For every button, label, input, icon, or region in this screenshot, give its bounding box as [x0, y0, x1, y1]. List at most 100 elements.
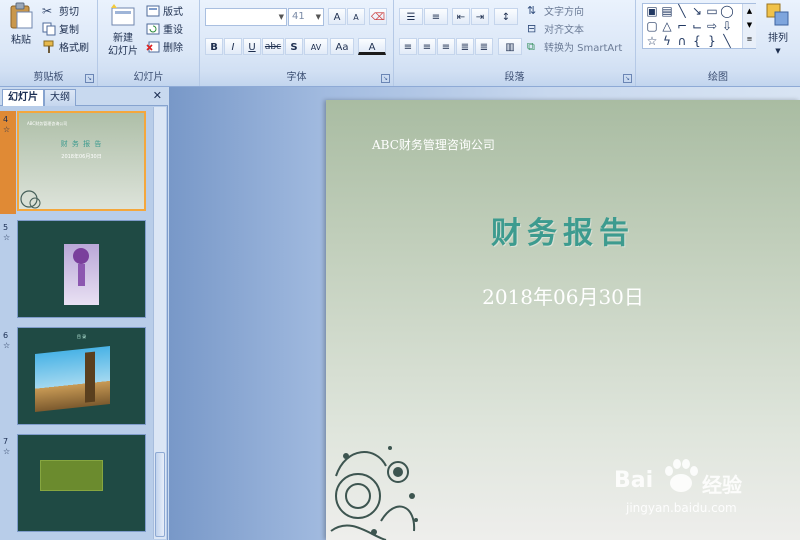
- thumb-4-ornament: [20, 190, 41, 209]
- slide-6-transition-icon: ☆: [3, 341, 11, 350]
- paragraph-launcher-icon[interactable]: ↘: [623, 74, 632, 83]
- shapes-gallery[interactable]: ▣ ▤ ╲ ↘ ▭ ◯ ▢ △ ⌐ ⌙ ⇨ ⇩ ☆ ϟ ∩ { } ╲ ▲ ▼ …: [642, 3, 756, 49]
- arrange-button[interactable]: 排列 ▼: [760, 2, 796, 58]
- cut-label: 剪切: [59, 7, 79, 18]
- gallery-down-icon[interactable]: ▼: [743, 18, 756, 32]
- increase-indent-button[interactable]: ⇥: [471, 8, 489, 25]
- copy-label: 复制: [59, 25, 79, 36]
- slide-thumbnail-4[interactable]: ABC财务管理咨询公司 财 务 报 告 2018年06月30日: [17, 111, 146, 211]
- tab-outline[interactable]: 大纲: [44, 89, 76, 106]
- shrink-font-button[interactable]: A: [347, 8, 365, 25]
- brace-shape-icon[interactable]: {: [690, 35, 704, 47]
- elbow-arrow-shape-icon[interactable]: ⌙: [690, 20, 704, 32]
- reset-label: 重设: [163, 25, 183, 36]
- slide-company-text[interactable]: ABC财务管理咨询公司: [372, 136, 495, 153]
- thumb-4-title: 财 务 报 告: [60, 140, 103, 148]
- rounded-rect-shape-icon[interactable]: ▢: [645, 20, 659, 32]
- current-slide[interactable]: ABC财务管理咨询公司 财务报告 2018年06月30日 Bai 经验 jing…: [326, 100, 800, 540]
- new-slide-label: 新建: [113, 33, 133, 44]
- down-arrow-shape-icon[interactable]: ⇩: [720, 20, 734, 32]
- paragraph-group-label: 段落: [394, 70, 635, 86]
- freeform-shape-icon[interactable]: ╲: [720, 35, 734, 47]
- slide-thumbnail-6[interactable]: 目 录: [17, 327, 146, 425]
- line-shape-icon[interactable]: ╲: [675, 5, 689, 17]
- thumb-4-company: ABC财务管理咨询公司: [27, 121, 68, 126]
- clipboard-launcher-icon[interactable]: ↘: [85, 74, 94, 83]
- bracket-shape-icon[interactable]: }: [705, 35, 719, 47]
- arrow-line-shape-icon[interactable]: ↘: [690, 5, 704, 17]
- slide-thumbnail-5[interactable]: [17, 220, 146, 318]
- underline-button[interactable]: U: [243, 38, 261, 55]
- decrease-indent-button[interactable]: ⇤: [452, 8, 470, 25]
- pane-scrollbar[interactable]: [153, 107, 166, 539]
- columns-button[interactable]: ▥: [498, 38, 522, 55]
- text-direction-button[interactable]: ⇅ 文字方向: [527, 2, 584, 19]
- numbering-button[interactable]: ≡: [424, 8, 448, 25]
- char-spacing-button[interactable]: AV: [304, 38, 328, 55]
- font-launcher-icon[interactable]: ↘: [381, 74, 390, 83]
- change-case-icon: Aa: [335, 42, 349, 53]
- font-color-button[interactable]: A: [358, 38, 386, 55]
- paste-button[interactable]: 粘贴: [4, 2, 38, 47]
- bold-button[interactable]: B: [205, 38, 223, 55]
- elbow-connector-shape-icon[interactable]: ⌐: [675, 20, 689, 32]
- new-slide-button[interactable]: 新建 幻灯片: [102, 2, 144, 58]
- align-left-button[interactable]: ≡: [399, 38, 417, 55]
- clipboard-group: 粘贴 ✂ 剪切 复制 格式刷 剪贴板 ↘: [0, 0, 98, 86]
- star-shape-icon[interactable]: ☆: [645, 35, 659, 47]
- delete-slide-button[interactable]: 删除: [146, 38, 183, 55]
- tab-slides[interactable]: 幻灯片: [2, 89, 44, 106]
- line-spacing-button[interactable]: ↕: [494, 8, 518, 25]
- strikethrough-button[interactable]: abc: [262, 38, 284, 55]
- right-arrow-shape-icon[interactable]: ⇨: [705, 20, 719, 32]
- clear-format-button[interactable]: ⌫: [369, 8, 387, 25]
- justify-button[interactable]: ≣: [456, 38, 474, 55]
- slide-date[interactable]: 2018年06月30日: [326, 281, 800, 310]
- slide-5-transition-icon: ☆: [3, 233, 11, 242]
- align-text-button[interactable]: ⊟ 对齐文本: [527, 20, 584, 37]
- vase-icon: [78, 264, 85, 286]
- format-painter-button[interactable]: 格式刷: [42, 38, 89, 55]
- font-color-icon: A: [368, 42, 376, 53]
- align-center-icon: ≡: [422, 42, 432, 53]
- slide-title[interactable]: 财务报告: [326, 208, 800, 252]
- font-size-combobox[interactable]: 41 ▼: [288, 8, 324, 26]
- watermark-url: jingyan.baidu.com: [626, 501, 737, 515]
- smartart-button[interactable]: ⧉ 转换为 SmartArt: [527, 38, 622, 55]
- italic-button[interactable]: I: [224, 38, 242, 55]
- thumb-6-title: 目 录: [76, 334, 87, 339]
- font-group-label: 字体: [200, 70, 393, 86]
- rectangle-shape-icon[interactable]: ▭: [705, 5, 719, 17]
- vertical-textbox-shape-icon[interactable]: ▤: [660, 5, 674, 17]
- cut-button[interactable]: ✂ 剪切: [42, 2, 79, 19]
- bullets-button[interactable]: ☰: [399, 8, 423, 25]
- close-pane-icon[interactable]: ✕: [153, 89, 162, 102]
- gallery-more-icon[interactable]: ≡: [743, 32, 756, 46]
- triangle-shape-icon[interactable]: △: [660, 20, 674, 32]
- delete-label: 删除: [163, 43, 183, 54]
- lightning-shape-icon[interactable]: ϟ: [660, 35, 674, 47]
- clear-format-icon: ⌫: [370, 12, 386, 23]
- change-case-button[interactable]: Aa: [330, 38, 354, 55]
- distributed-button[interactable]: ≣: [475, 38, 493, 55]
- copy-button[interactable]: 复制: [42, 20, 79, 37]
- pane-scroll-thumb[interactable]: [155, 452, 165, 537]
- layout-button[interactable]: 版式: [146, 2, 183, 19]
- smartart-icon: ⧉: [527, 39, 535, 53]
- curve-shape-icon[interactable]: ∩: [675, 35, 689, 47]
- grow-font-button[interactable]: A: [328, 8, 346, 25]
- align-text-label: 对齐文本: [544, 25, 584, 36]
- align-center-button[interactable]: ≡: [418, 38, 436, 55]
- slide-thumbnail-7[interactable]: [17, 434, 146, 532]
- gallery-scroll[interactable]: ▲ ▼ ≡: [742, 4, 756, 48]
- oval-shape-icon[interactable]: ◯: [720, 5, 734, 17]
- reset-button[interactable]: 重设: [146, 20, 183, 37]
- clipboard-group-label: 剪贴板: [0, 70, 97, 86]
- text-shadow-button[interactable]: S: [285, 38, 303, 55]
- font-name-combobox[interactable]: ▼: [205, 8, 287, 26]
- align-right-icon: ≡: [441, 42, 451, 53]
- grow-font-icon: A: [333, 12, 341, 23]
- textbox-shape-icon[interactable]: ▣: [645, 5, 659, 17]
- align-right-button[interactable]: ≡: [437, 38, 455, 55]
- gallery-up-icon[interactable]: ▲: [743, 4, 756, 18]
